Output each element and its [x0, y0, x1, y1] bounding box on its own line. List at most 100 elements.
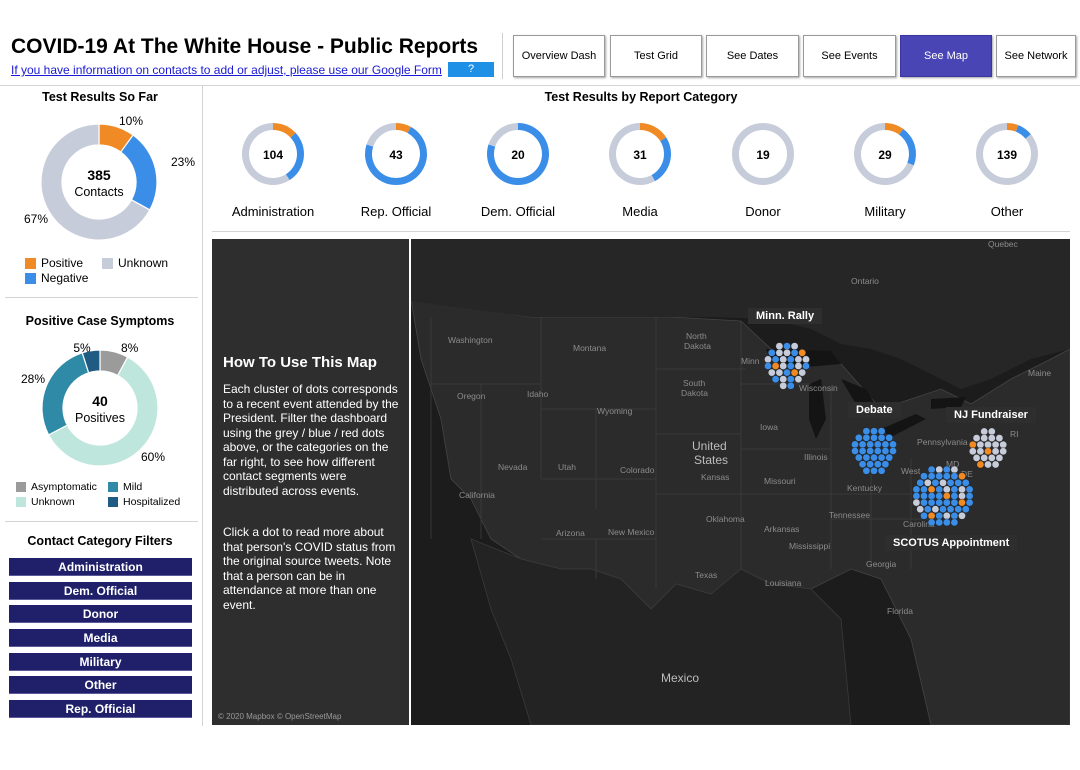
contact-dot[interactable] [775, 349, 784, 357]
contact-dot[interactable] [954, 478, 963, 487]
contact-dot[interactable] [943, 465, 951, 474]
contact-dot[interactable] [924, 478, 932, 487]
contact-dot[interactable] [920, 498, 928, 507]
contact-dot[interactable] [962, 505, 970, 514]
legend-hospitalized[interactable]: Hospitalized [108, 496, 180, 508]
contact-dot[interactable] [877, 427, 886, 435]
contact-dot[interactable] [877, 433, 886, 442]
contact-dot[interactable] [870, 427, 878, 435]
contact-dot[interactable] [786, 381, 795, 390]
contact-dot[interactable] [854, 453, 863, 462]
category-donut[interactable]: 139 [976, 123, 1038, 185]
nav-overview-dash-button[interactable]: Overview Dash [513, 35, 605, 77]
contact-dot[interactable] [943, 472, 951, 480]
contact-dot[interactable] [927, 472, 936, 480]
google-form-link[interactable]: If you have information on contacts to a… [11, 63, 442, 77]
contact-dot[interactable] [924, 505, 932, 514]
category-donuts[interactable]: 104 43 20 31 19 29 139 [212, 118, 1070, 190]
donut-slice-negative[interactable] [119, 134, 158, 211]
contact-dot[interactable] [935, 518, 944, 527]
contact-dot[interactable] [999, 447, 1008, 456]
contact-dot[interactable] [794, 362, 803, 370]
contact-dot[interactable] [912, 498, 921, 507]
category-slice-unknown[interactable] [488, 123, 518, 147]
contact-dot[interactable] [943, 498, 951, 507]
contact-dot[interactable] [854, 433, 863, 442]
contact-dot[interactable] [950, 498, 959, 507]
contact-dot[interactable] [950, 465, 959, 474]
contact-dot[interactable] [965, 498, 974, 507]
contact-dot[interactable] [943, 518, 951, 527]
contact-dot[interactable] [862, 433, 871, 442]
contact-dot[interactable] [920, 511, 928, 520]
contact-dot[interactable] [980, 434, 989, 442]
category-slice-positive[interactable] [640, 123, 667, 142]
contact-dot[interactable] [950, 472, 959, 480]
contact-dot[interactable] [779, 362, 788, 370]
contact-dot[interactable] [939, 505, 947, 514]
contact-dot[interactable] [920, 485, 928, 494]
category-donut[interactable]: 43 [365, 123, 427, 185]
contact-dot[interactable] [935, 472, 944, 480]
contact-dot[interactable] [943, 511, 951, 520]
contact-dot[interactable] [950, 511, 959, 520]
contact-dot[interactable] [920, 472, 928, 480]
legend-positive[interactable]: Positive [25, 256, 83, 270]
contact-dot[interactable] [969, 447, 977, 456]
contact-dot[interactable] [802, 362, 810, 370]
contact-dot[interactable] [946, 505, 955, 514]
category-donut[interactable]: 29 [854, 123, 916, 185]
contact-dot[interactable] [885, 433, 894, 442]
contact-dot[interactable] [931, 505, 940, 514]
filter-other-button[interactable]: Other [9, 676, 192, 694]
filter-donor-button[interactable]: Donor [9, 605, 192, 623]
category-slice-negative[interactable] [651, 137, 671, 182]
contact-dot[interactable] [962, 478, 970, 487]
contact-dot[interactable] [767, 349, 776, 357]
contact-dot[interactable] [771, 375, 780, 383]
contact-dot[interactable] [912, 485, 921, 494]
contact-dot[interactable] [991, 440, 1000, 449]
contact-dot[interactable] [862, 427, 871, 435]
contact-dot[interactable] [779, 355, 788, 364]
contact-dot[interactable] [764, 362, 772, 370]
category-slice-unknown[interactable] [366, 123, 396, 147]
contact-dot[interactable] [764, 355, 772, 364]
contact-dot[interactable] [935, 465, 944, 474]
contact-dot[interactable] [786, 355, 795, 364]
contact-dot[interactable] [976, 447, 985, 456]
contact-dot[interactable] [798, 349, 807, 357]
category-slice-unknown[interactable] [608, 123, 655, 185]
nav-see-map-button[interactable]: See Map [900, 35, 992, 77]
contact-dot[interactable] [783, 349, 791, 357]
contact-dot[interactable] [946, 478, 955, 487]
contact-dot[interactable] [858, 447, 867, 455]
nav-test-grid-button[interactable]: Test Grid [610, 35, 702, 77]
contact-dot[interactable] [984, 440, 992, 449]
event-label-debate[interactable]: Debate [848, 402, 901, 418]
contact-dot[interactable] [794, 355, 803, 364]
category-slice-positive[interactable] [273, 123, 296, 138]
contact-dot[interactable] [771, 355, 780, 364]
nav-see-dates-button[interactable]: See Dates [706, 35, 799, 77]
contact-dot[interactable] [927, 492, 936, 500]
category-slice-negative[interactable] [899, 128, 916, 166]
contact-dot[interactable] [851, 447, 859, 455]
contact-dot[interactable] [920, 492, 928, 500]
contact-dot[interactable] [950, 485, 959, 494]
contact-dot[interactable] [877, 453, 886, 462]
contact-dot[interactable] [984, 447, 992, 456]
contact-dot[interactable] [802, 355, 810, 364]
contact-dot[interactable] [976, 440, 985, 449]
contact-dot[interactable] [927, 498, 936, 507]
contact-dot[interactable] [931, 478, 940, 487]
contact-dot[interactable] [950, 492, 959, 500]
legend-unknown-symptom[interactable]: Unknown [16, 496, 75, 508]
contact-dot[interactable] [779, 375, 788, 383]
contact-dot[interactable] [858, 440, 867, 449]
contact-dot[interactable] [958, 511, 966, 520]
contact-dot[interactable] [866, 447, 875, 455]
contact-dot[interactable] [851, 440, 859, 449]
contact-dot[interactable] [950, 518, 959, 527]
contact-dot[interactable] [885, 453, 894, 462]
